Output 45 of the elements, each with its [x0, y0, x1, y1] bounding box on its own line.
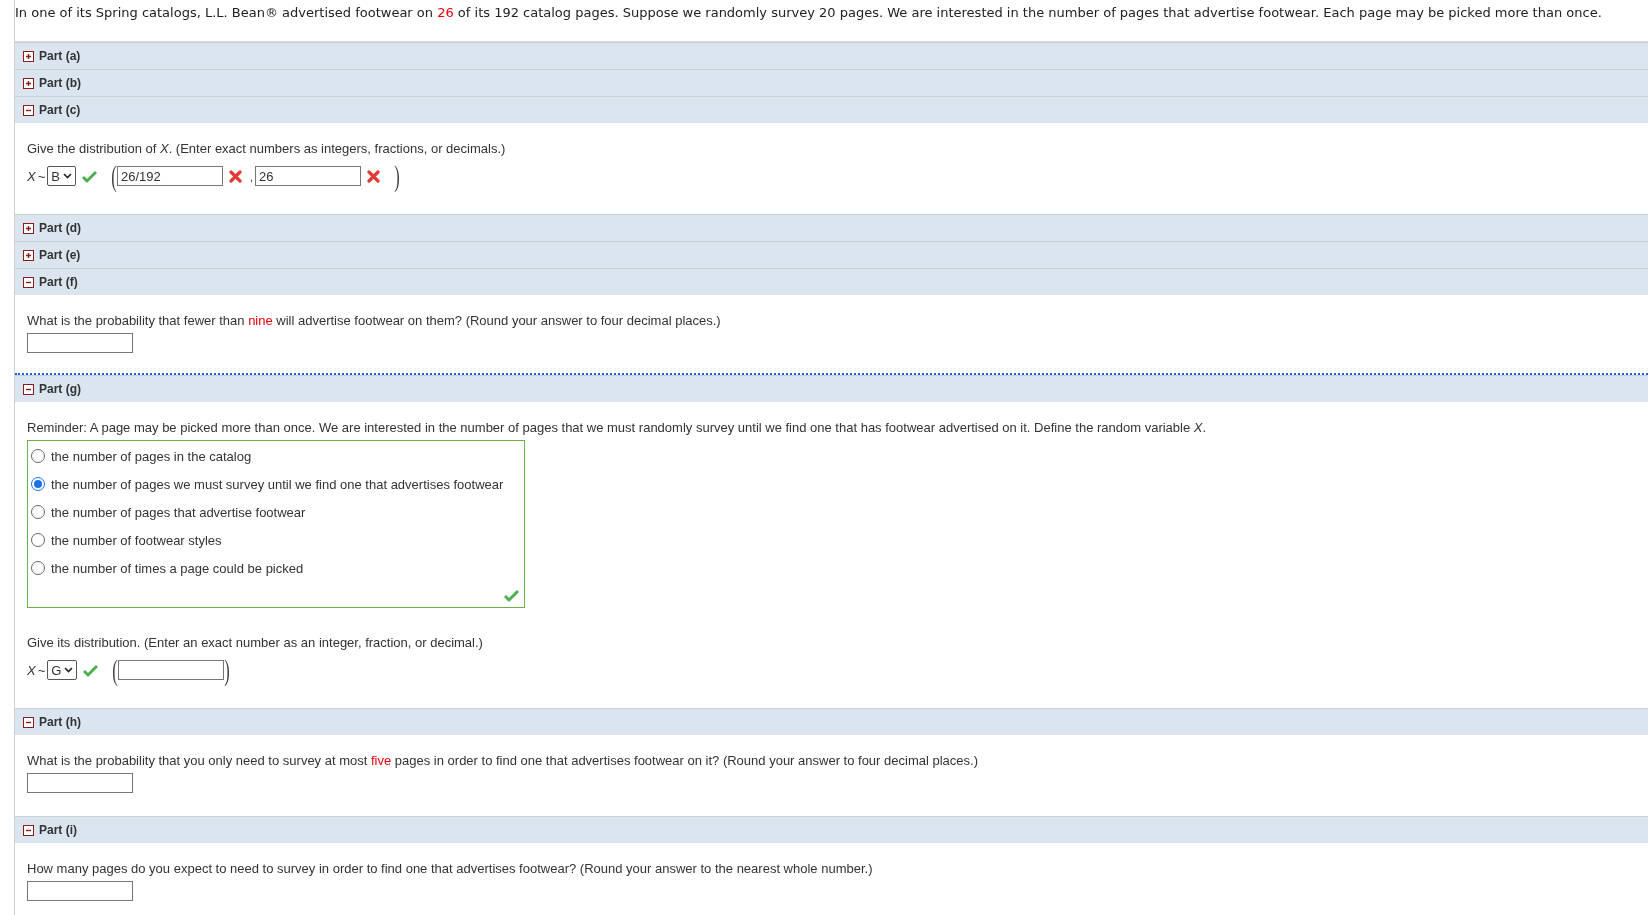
radio-button[interactable]	[31, 561, 45, 575]
question-text: What is the probability that fewer than nine will advertise footwear on them? (Round your answer to four decimal places.)	[27, 312, 722, 330]
caret-icon	[62, 173, 72, 179]
option-label[interactable]: the number of pages in the catalog	[51, 448, 252, 464]
part-header[interactable]: Part (a)	[15, 42, 1648, 69]
distribution-dropdown[interactable]: G	[47, 660, 78, 680]
problem-statement: In one of its Spring catalogs, L.L. Bean® advertised footwear on 26 of its 192 catalog pages. Suppose we randomly survey 20 pages. We are interested in the number of pages that advertise footwear. Each page may be picked more than once.	[15, 5, 1603, 20]
comma: ,	[249, 171, 253, 183]
radio-button[interactable]	[31, 477, 45, 491]
caret-icon	[64, 667, 74, 673]
part-header[interactable]: Part (c)	[15, 96, 1648, 123]
close-parenthesis: )	[224, 655, 231, 685]
radio-button[interactable]	[31, 505, 45, 519]
question-text: What is the probability that you only need to survey at most five pages in order to find one that advertises footwear on it? (Round your answer to four decimal places.)	[27, 752, 979, 770]
radio-button[interactable]	[31, 449, 45, 463]
part-header[interactable]: Part (f)	[15, 268, 1648, 295]
part-header[interactable]: Part (h)	[15, 708, 1648, 735]
distribution-dropdown[interactable]: B	[47, 166, 76, 186]
question-text: Give its distribution. (Enter an exact number as an integer, fraction, or decimal.)	[27, 634, 484, 652]
part-header[interactable]: Part (i)	[15, 816, 1648, 843]
part-header[interactable]: Part (d)	[15, 214, 1648, 241]
parameter-field[interactable]	[118, 660, 225, 680]
answer-field[interactable]	[27, 881, 133, 901]
tilde-symbol: ~	[37, 662, 46, 678]
option-label[interactable]: the number of pages that advertise footwear	[51, 504, 306, 520]
parameter-field[interactable]: 26/192	[116, 166, 223, 186]
option-label[interactable]: the number of footwear styles	[51, 532, 222, 548]
question-text: How many pages do you expect to need to survey in order to find one that advertises footwear? (Round your answer to the nearest whole number.)	[27, 860, 874, 878]
part-header[interactable]: Part (g)	[15, 375, 1648, 402]
answer-field[interactable]	[27, 773, 133, 793]
question-text: Reminder: A page may be picked more than once. We are interested in the number of pages that we must randomly survey until we find one that has footwear advertised on it. Define the random variable X.	[27, 419, 1208, 437]
part-header[interactable]: Part (b)	[15, 69, 1648, 96]
part-header[interactable]: Part (e)	[15, 241, 1648, 268]
open-parenthesis: (	[111, 161, 117, 191]
open-parenthesis: (	[112, 655, 119, 685]
answer-field[interactable]	[27, 333, 133, 353]
variable-label: X	[27, 662, 36, 678]
close-parenthesis: )	[394, 161, 400, 191]
parameter-field[interactable]: 26	[255, 166, 361, 186]
variable-label: X	[27, 168, 36, 184]
option-label[interactable]: the number of times a page could be picked	[51, 560, 304, 576]
radio-button[interactable]	[31, 533, 45, 547]
question-text: Give the distribution of X. (Enter exact numbers as integers, fractions, or decimals.)	[27, 140, 507, 158]
tilde-symbol: ~	[37, 168, 46, 184]
option-label[interactable]: the number of pages we must survey until we find one that advertises footwear	[51, 476, 504, 492]
